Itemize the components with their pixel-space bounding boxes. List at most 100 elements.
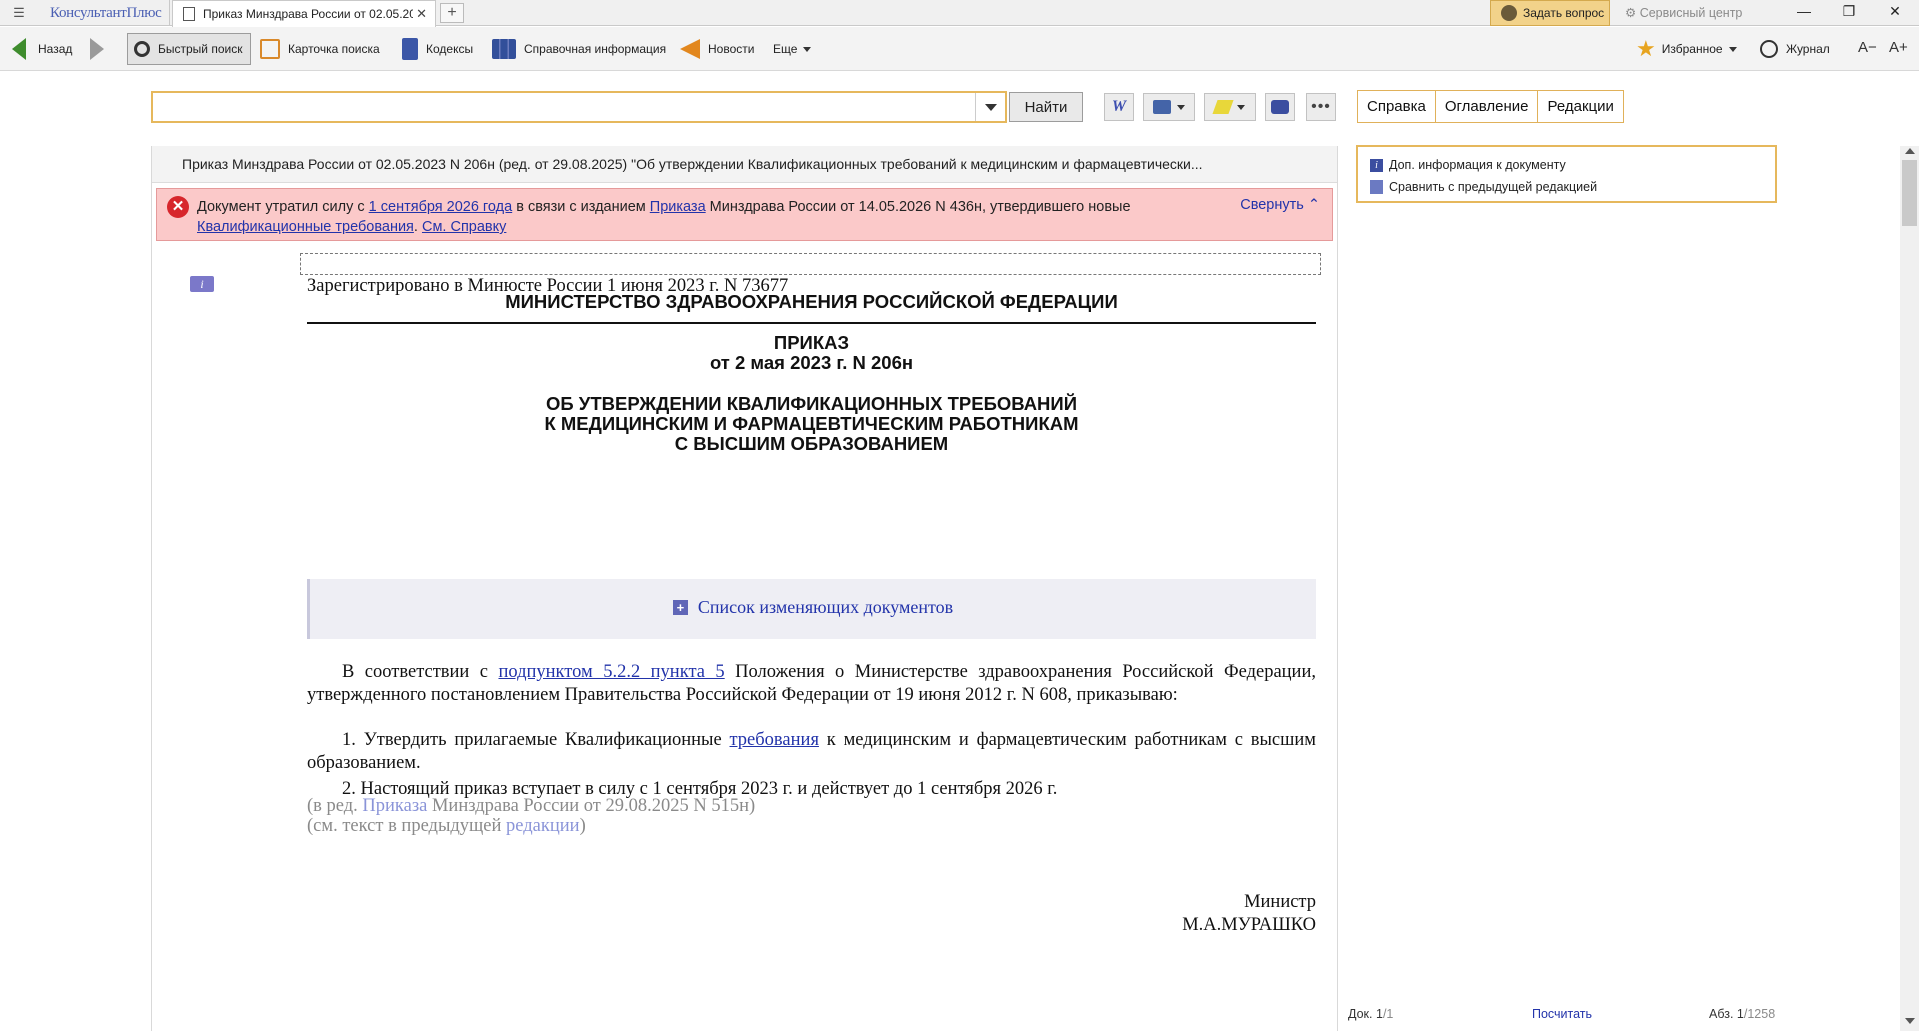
doc-counter: Док. 1/1 — [1348, 1007, 1393, 1021]
main-menu-button[interactable]: ☰ — [6, 4, 32, 22]
count-link[interactable]: Посчитать — [1532, 1007, 1592, 1021]
collapse-label: Свернуть — [1240, 197, 1304, 213]
reference-info-button[interactable]: Справочная информация — [492, 33, 666, 65]
search-card-button[interactable]: Карточка поиска — [260, 33, 380, 65]
divider — [307, 322, 1316, 324]
history-icon — [1760, 40, 1778, 58]
signature-title: Министр — [1244, 892, 1316, 912]
news-label: Новости — [708, 42, 755, 56]
document-icon — [183, 7, 195, 21]
find-button[interactable]: Найти — [1009, 92, 1083, 122]
paragraph-counter-label: Абз. 1 — [1709, 1007, 1744, 1021]
expand-plus-icon: + — [672, 600, 688, 615]
forward-button[interactable] — [90, 33, 104, 65]
app-logo[interactable]: КонсультантПлюс — [36, 0, 170, 26]
alert-see-reference-link[interactable]: См. Справку — [422, 219, 506, 235]
requirements-link[interactable]: требования — [730, 730, 819, 750]
comment-icon — [1271, 100, 1289, 114]
journal-label: Журнал — [1786, 42, 1830, 56]
tab-title: Приказ Минздрава России от 02.05.2023 N … — [203, 7, 413, 21]
back-button[interactable]: Назад — [12, 33, 72, 65]
paragraph-text: 1. Утвердить прилагаемые Квалификационны… — [342, 730, 730, 750]
plus-icon: + — [447, 4, 457, 21]
document-header: Приказ Минздрава России от 02.05.2023 N … — [152, 146, 1337, 183]
document-info-card: i Доп. информация к документу Сравнить с… — [1356, 145, 1777, 203]
error-icon: ✕ — [167, 196, 189, 218]
highlight-button[interactable] — [1204, 93, 1256, 121]
order-title: ПРИКАЗ — [773, 332, 850, 353]
ask-question-button[interactable]: Задать вопрос — [1490, 0, 1610, 26]
extra-info-link[interactable]: i Доп. информация к документу — [1370, 154, 1775, 176]
close-tab-icon[interactable]: ✕ — [416, 6, 427, 22]
service-center-button[interactable]: ⚙ Сервисный центр — [1625, 5, 1742, 20]
paragraph-counter: Абз. 1/1258 — [1709, 1007, 1775, 1021]
note-text: (см. текст в предыдущей — [307, 816, 507, 836]
journal-button[interactable]: Журнал — [1760, 33, 1830, 65]
codexes-button[interactable]: Кодексы — [402, 33, 473, 65]
changes-list-label: Список изменяющих документов — [697, 597, 954, 617]
ministry-text: МИНИСТЕРСТВО ЗДРАВООХРАНЕНИЯ РОССИЙСКОЙ … — [505, 291, 1118, 312]
more-tools-button[interactable]: ••• — [1306, 93, 1336, 121]
count-label: Посчитать — [1532, 1007, 1593, 1021]
compare-icon — [1370, 180, 1383, 194]
news-button[interactable]: Новости — [680, 33, 754, 65]
status-alert: ✕ Документ утратил силу с 1 сентября 202… — [156, 188, 1333, 241]
compare-edition-link[interactable]: Сравнить с предыдущей редакцией — [1370, 176, 1775, 198]
subclause-link[interactable]: подпунктом 5.2.2 пункта 5 — [498, 662, 724, 682]
edition-note: (в ред. Приказа Минздрава России от 29.0… — [307, 796, 1316, 816]
chevron-down-icon — [1177, 104, 1185, 110]
star-icon: ★ — [1636, 36, 1656, 61]
favorites-label: Избранное — [1661, 42, 1723, 56]
reference-info-label: Справочная информация — [524, 42, 667, 56]
alert-text-part: в связи с изданием — [512, 199, 650, 215]
alert-requirements-link[interactable]: Квалификационные требования — [197, 219, 414, 235]
title-bar: ☰ КонсультантПлюс Приказ Минздрава Росси… — [0, 0, 1919, 27]
search-history-dropdown[interactable] — [975, 93, 1005, 121]
comment-button[interactable] — [1265, 93, 1295, 121]
restore-icon[interactable]: ❐ — [1834, 3, 1864, 20]
service-center-label: Сервисный центр — [1639, 6, 1743, 20]
right-panel-tabs: Справка Оглавление Редакции — [1357, 90, 1624, 123]
doc-counter-total: /1 — [1382, 1007, 1394, 1021]
previous-edition-link[interactable]: редакции — [506, 816, 580, 836]
tab-spravka[interactable]: Справка — [1357, 90, 1436, 123]
font-increase-button[interactable]: A+ — [1889, 39, 1908, 56]
font-decrease-button[interactable]: A− — [1858, 39, 1877, 56]
favorites-menu[interactable]: ★ Избранное — [1636, 33, 1737, 65]
subject-line-1: ОБ УТВЕРЖДЕНИИ КВАЛИФИКАЦИОННЫХ ТРЕБОВАН… — [545, 393, 1078, 414]
print-button[interactable] — [1143, 93, 1195, 121]
chevron-down-icon — [803, 46, 812, 52]
export-word-button[interactable]: W — [1104, 93, 1134, 121]
search-card-label: Карточка поиска — [288, 42, 380, 56]
back-arrow-icon — [12, 38, 26, 60]
alert-text-part: . — [413, 219, 422, 235]
subject-line-2: К МЕДИЦИНСКИМ И ФАРМАЦЕВТИЧЕСКИМ РАБОТНИ… — [544, 413, 1079, 434]
chevron-down-icon — [1728, 46, 1737, 52]
info-icon[interactable]: i — [190, 276, 214, 292]
marker-icon — [1212, 100, 1234, 114]
alert-text: Документ утратил силу с 1 сентября 2026 … — [197, 197, 1197, 237]
quick-search-button[interactable]: Быстрый поиск — [127, 33, 252, 65]
edition-order-link[interactable]: Приказа — [362, 796, 427, 816]
forward-arrow-icon — [90, 38, 104, 60]
alert-order-link[interactable]: Приказа — [650, 199, 706, 215]
scroll-up-icon[interactable] — [1905, 148, 1915, 154]
minimize-icon[interactable]: — — [1789, 3, 1819, 19]
megaphone-icon — [680, 39, 700, 59]
chevron-down-icon — [1237, 104, 1245, 110]
note-text: ) — [579, 816, 586, 836]
changes-list-link[interactable]: + Список изменяющих документов — [310, 597, 1316, 618]
alert-date-link[interactable]: 1 сентября 2026 года — [369, 199, 513, 215]
more-menu[interactable]: Еще — [773, 33, 812, 65]
scroll-thumb[interactable] — [1902, 160, 1917, 226]
paragraph-preamble: В соответствии с подпунктом 5.2.2 пункта… — [307, 661, 1316, 707]
document-tab[interactable]: Приказ Минздрава России от 02.05.2023 N … — [172, 0, 436, 27]
close-window-icon[interactable]: ✕ — [1880, 3, 1910, 20]
scroll-down-icon[interactable] — [1905, 1018, 1915, 1024]
new-tab-button[interactable]: + — [440, 3, 464, 23]
tab-editions[interactable]: Редакции — [1537, 90, 1624, 123]
collapse-alert-button[interactable]: Свернуть ⌃ — [1240, 197, 1320, 213]
document-scrollbar[interactable] — [1900, 146, 1919, 1031]
search-input[interactable] — [151, 91, 1007, 123]
tab-contents[interactable]: Оглавление — [1434, 90, 1539, 123]
